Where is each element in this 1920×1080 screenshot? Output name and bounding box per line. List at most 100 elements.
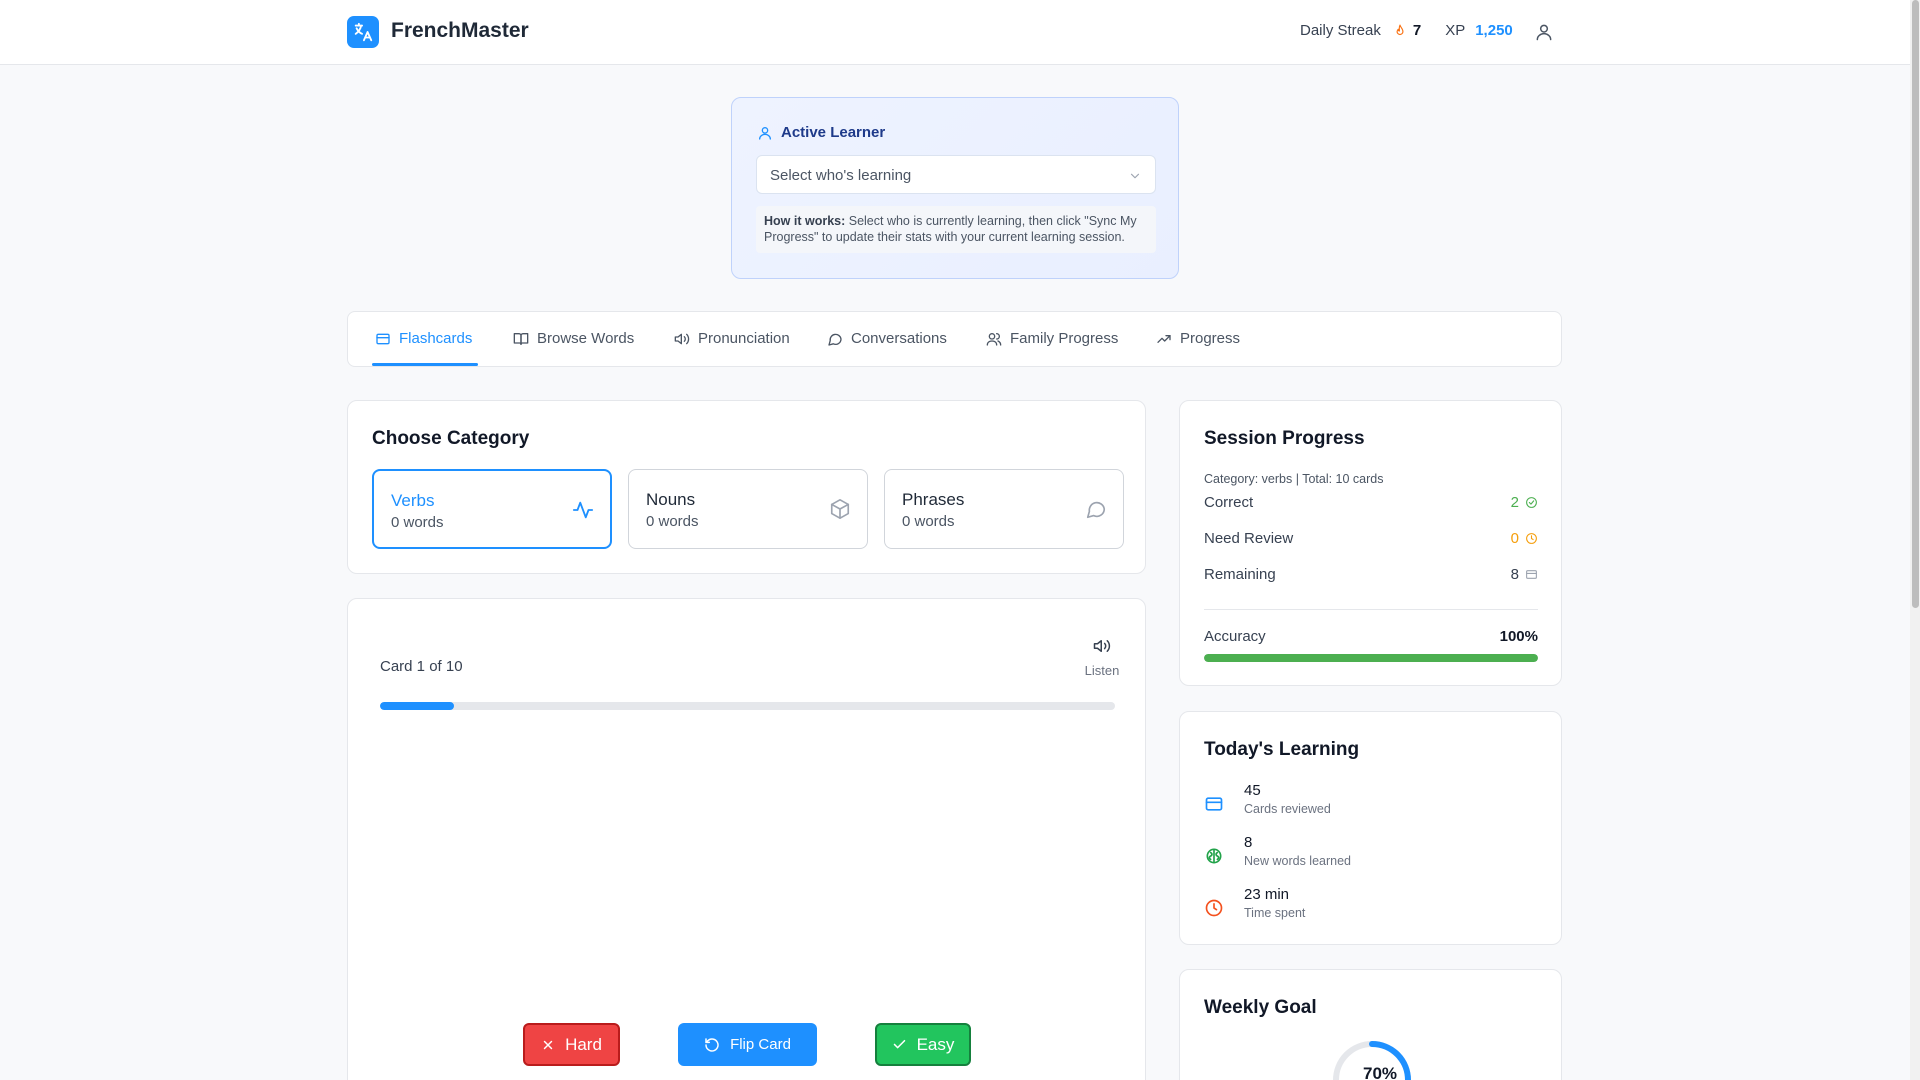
card-counter: Card 1 of 10 bbox=[380, 658, 463, 675]
flame-icon bbox=[1393, 23, 1407, 39]
session-subtitle: Category: verbs | Total: 10 cards bbox=[1204, 472, 1384, 486]
weekly-goal-title: Weekly Goal bbox=[1204, 997, 1317, 1018]
category-phrases-count: 0 words bbox=[902, 513, 955, 530]
cards-reviewed-label: Cards reviewed bbox=[1244, 802, 1331, 816]
card-icon bbox=[375, 331, 391, 347]
x-icon bbox=[541, 1038, 555, 1052]
tab-browse-words[interactable]: Browse Words bbox=[513, 330, 634, 347]
chat-icon bbox=[827, 331, 843, 347]
accuracy-bar bbox=[1204, 654, 1538, 662]
check-icon bbox=[892, 1037, 907, 1052]
tab-progress[interactable]: Progress bbox=[1156, 330, 1240, 347]
hard-button[interactable]: Hard bbox=[523, 1023, 620, 1066]
speaker-icon bbox=[1078, 637, 1126, 657]
time-spent-value: 23 min bbox=[1244, 886, 1290, 903]
new-words-value: 8 bbox=[1244, 834, 1253, 851]
hard-label: Hard bbox=[565, 1034, 602, 1054]
active-learner-title: Active Learner bbox=[781, 124, 886, 141]
active-learner-panel: Active Learner Select who's learning How… bbox=[731, 97, 1179, 279]
trending-up-icon bbox=[1156, 331, 1172, 347]
streak-value: 7 bbox=[1412, 22, 1422, 39]
accuracy-label: Accuracy bbox=[1204, 628, 1266, 645]
speaker-icon bbox=[674, 331, 690, 347]
need-review-value: 0 bbox=[1510, 530, 1519, 547]
tab-flashcards[interactable]: Flashcards bbox=[375, 330, 472, 347]
time-spent-item: 23 min Time spent bbox=[1204, 886, 1305, 920]
tab-conversations-label: Conversations bbox=[851, 330, 947, 347]
learner-select[interactable]: Select who's learning bbox=[756, 155, 1156, 194]
flip-card-label: Flip Card bbox=[730, 1036, 791, 1053]
card-icon bbox=[1204, 794, 1224, 814]
active-tab-indicator bbox=[372, 363, 478, 366]
todays-learning-card: Today's Learning 45 Cards reviewed 8 New… bbox=[1179, 711, 1562, 945]
xp-value: 1,250 bbox=[1475, 22, 1513, 39]
how-it-works-label: How it works: bbox=[764, 214, 846, 228]
tab-flashcards-label: Flashcards bbox=[399, 330, 473, 347]
tab-progress-label: Progress bbox=[1180, 330, 1241, 347]
chat-icon bbox=[1085, 498, 1107, 525]
accuracy-value: 100% bbox=[1499, 628, 1538, 645]
session-progress-title: Session Progress bbox=[1204, 428, 1365, 449]
flashcard-panel: Card 1 of 10 Listen bbox=[347, 598, 1146, 1080]
category-verbs-count: 0 words bbox=[391, 514, 444, 531]
session-divider bbox=[1204, 609, 1538, 610]
translate-logo-icon bbox=[347, 16, 379, 48]
main-tabs: Flashcards Browse Words Pronunciation Co… bbox=[347, 311, 1562, 367]
top-bar: FrenchMaster Daily Streak 7 XP 1,250 bbox=[0, 0, 1910, 65]
remaining-label: Remaining bbox=[1204, 566, 1276, 583]
category-verbs-name: Verbs bbox=[391, 491, 435, 510]
card-progress-bar bbox=[380, 702, 1115, 710]
category-nouns-count: 0 words bbox=[646, 513, 699, 530]
category-nouns-name: Nouns bbox=[646, 490, 696, 509]
scrollbar-thumb[interactable] bbox=[1912, 0, 1919, 608]
activity-icon bbox=[572, 499, 594, 526]
cards-reviewed-item: 45 Cards reviewed bbox=[1204, 782, 1331, 816]
easy-label: Easy bbox=[916, 1034, 955, 1054]
listen-label: Listen bbox=[1084, 663, 1120, 678]
flip-card-button[interactable]: Flip Card bbox=[678, 1023, 817, 1066]
brain-icon bbox=[1204, 846, 1224, 866]
box-icon bbox=[829, 498, 851, 525]
new-words-label: New words learned bbox=[1244, 854, 1351, 868]
listen-button[interactable]: Listen bbox=[1078, 637, 1126, 678]
accuracy-fill bbox=[1204, 654, 1538, 662]
time-spent-label: Time spent bbox=[1244, 906, 1306, 920]
app-title: FrenchMaster bbox=[391, 19, 529, 42]
category-nouns[interactable]: Nouns 0 words bbox=[628, 469, 868, 549]
user-icon bbox=[757, 125, 773, 141]
book-icon bbox=[513, 331, 529, 347]
users-icon bbox=[986, 331, 1002, 347]
remaining-row: Remaining 8 bbox=[1204, 566, 1538, 583]
tab-pronunciation-label: Pronunciation bbox=[698, 330, 790, 347]
remaining-value: 8 bbox=[1510, 566, 1519, 583]
xp-label: XP bbox=[1445, 22, 1466, 39]
header-stats: Daily Streak 7 XP 1,250 bbox=[1300, 22, 1513, 39]
card-icon bbox=[1525, 568, 1538, 581]
need-review-label: Need Review bbox=[1204, 530, 1294, 547]
clock-icon bbox=[1204, 898, 1224, 918]
category-phrases-name: Phrases bbox=[902, 490, 965, 509]
session-progress-card: Session Progress Category: verbs | Total… bbox=[1179, 400, 1562, 686]
tab-pronunciation[interactable]: Pronunciation bbox=[674, 330, 790, 347]
weekly-goal-card: Weekly Goal 70% bbox=[1179, 969, 1562, 1080]
easy-button[interactable]: Easy bbox=[875, 1023, 971, 1066]
user-profile-icon[interactable] bbox=[1534, 21, 1554, 48]
correct-label: Correct bbox=[1204, 494, 1254, 511]
streak-label: Daily Streak bbox=[1300, 22, 1381, 39]
category-card-title: Choose Category bbox=[372, 428, 530, 449]
active-learner-heading: Active Learner bbox=[757, 124, 885, 141]
cards-reviewed-value: 45 bbox=[1244, 782, 1261, 799]
chevron-down-icon bbox=[1128, 169, 1142, 187]
correct-row: Correct 2 bbox=[1204, 494, 1538, 511]
category-card: Choose Category Verbs 0 words Nouns 0 wo… bbox=[347, 400, 1146, 574]
check-circle-icon bbox=[1525, 496, 1538, 509]
tab-family-progress[interactable]: Family Progress bbox=[986, 330, 1118, 347]
weekly-goal-percent: 70% bbox=[1362, 1064, 1398, 1080]
category-verbs[interactable]: Verbs 0 words bbox=[372, 469, 612, 549]
how-it-works-note: How it works: Select who is currently le… bbox=[756, 206, 1156, 253]
tab-conversations[interactable]: Conversations bbox=[827, 330, 947, 347]
tab-family-progress-label: Family Progress bbox=[1010, 330, 1119, 347]
need-review-row: Need Review 0 bbox=[1204, 530, 1538, 547]
category-phrases[interactable]: Phrases 0 words bbox=[884, 469, 1124, 549]
card-progress-fill bbox=[380, 702, 454, 710]
